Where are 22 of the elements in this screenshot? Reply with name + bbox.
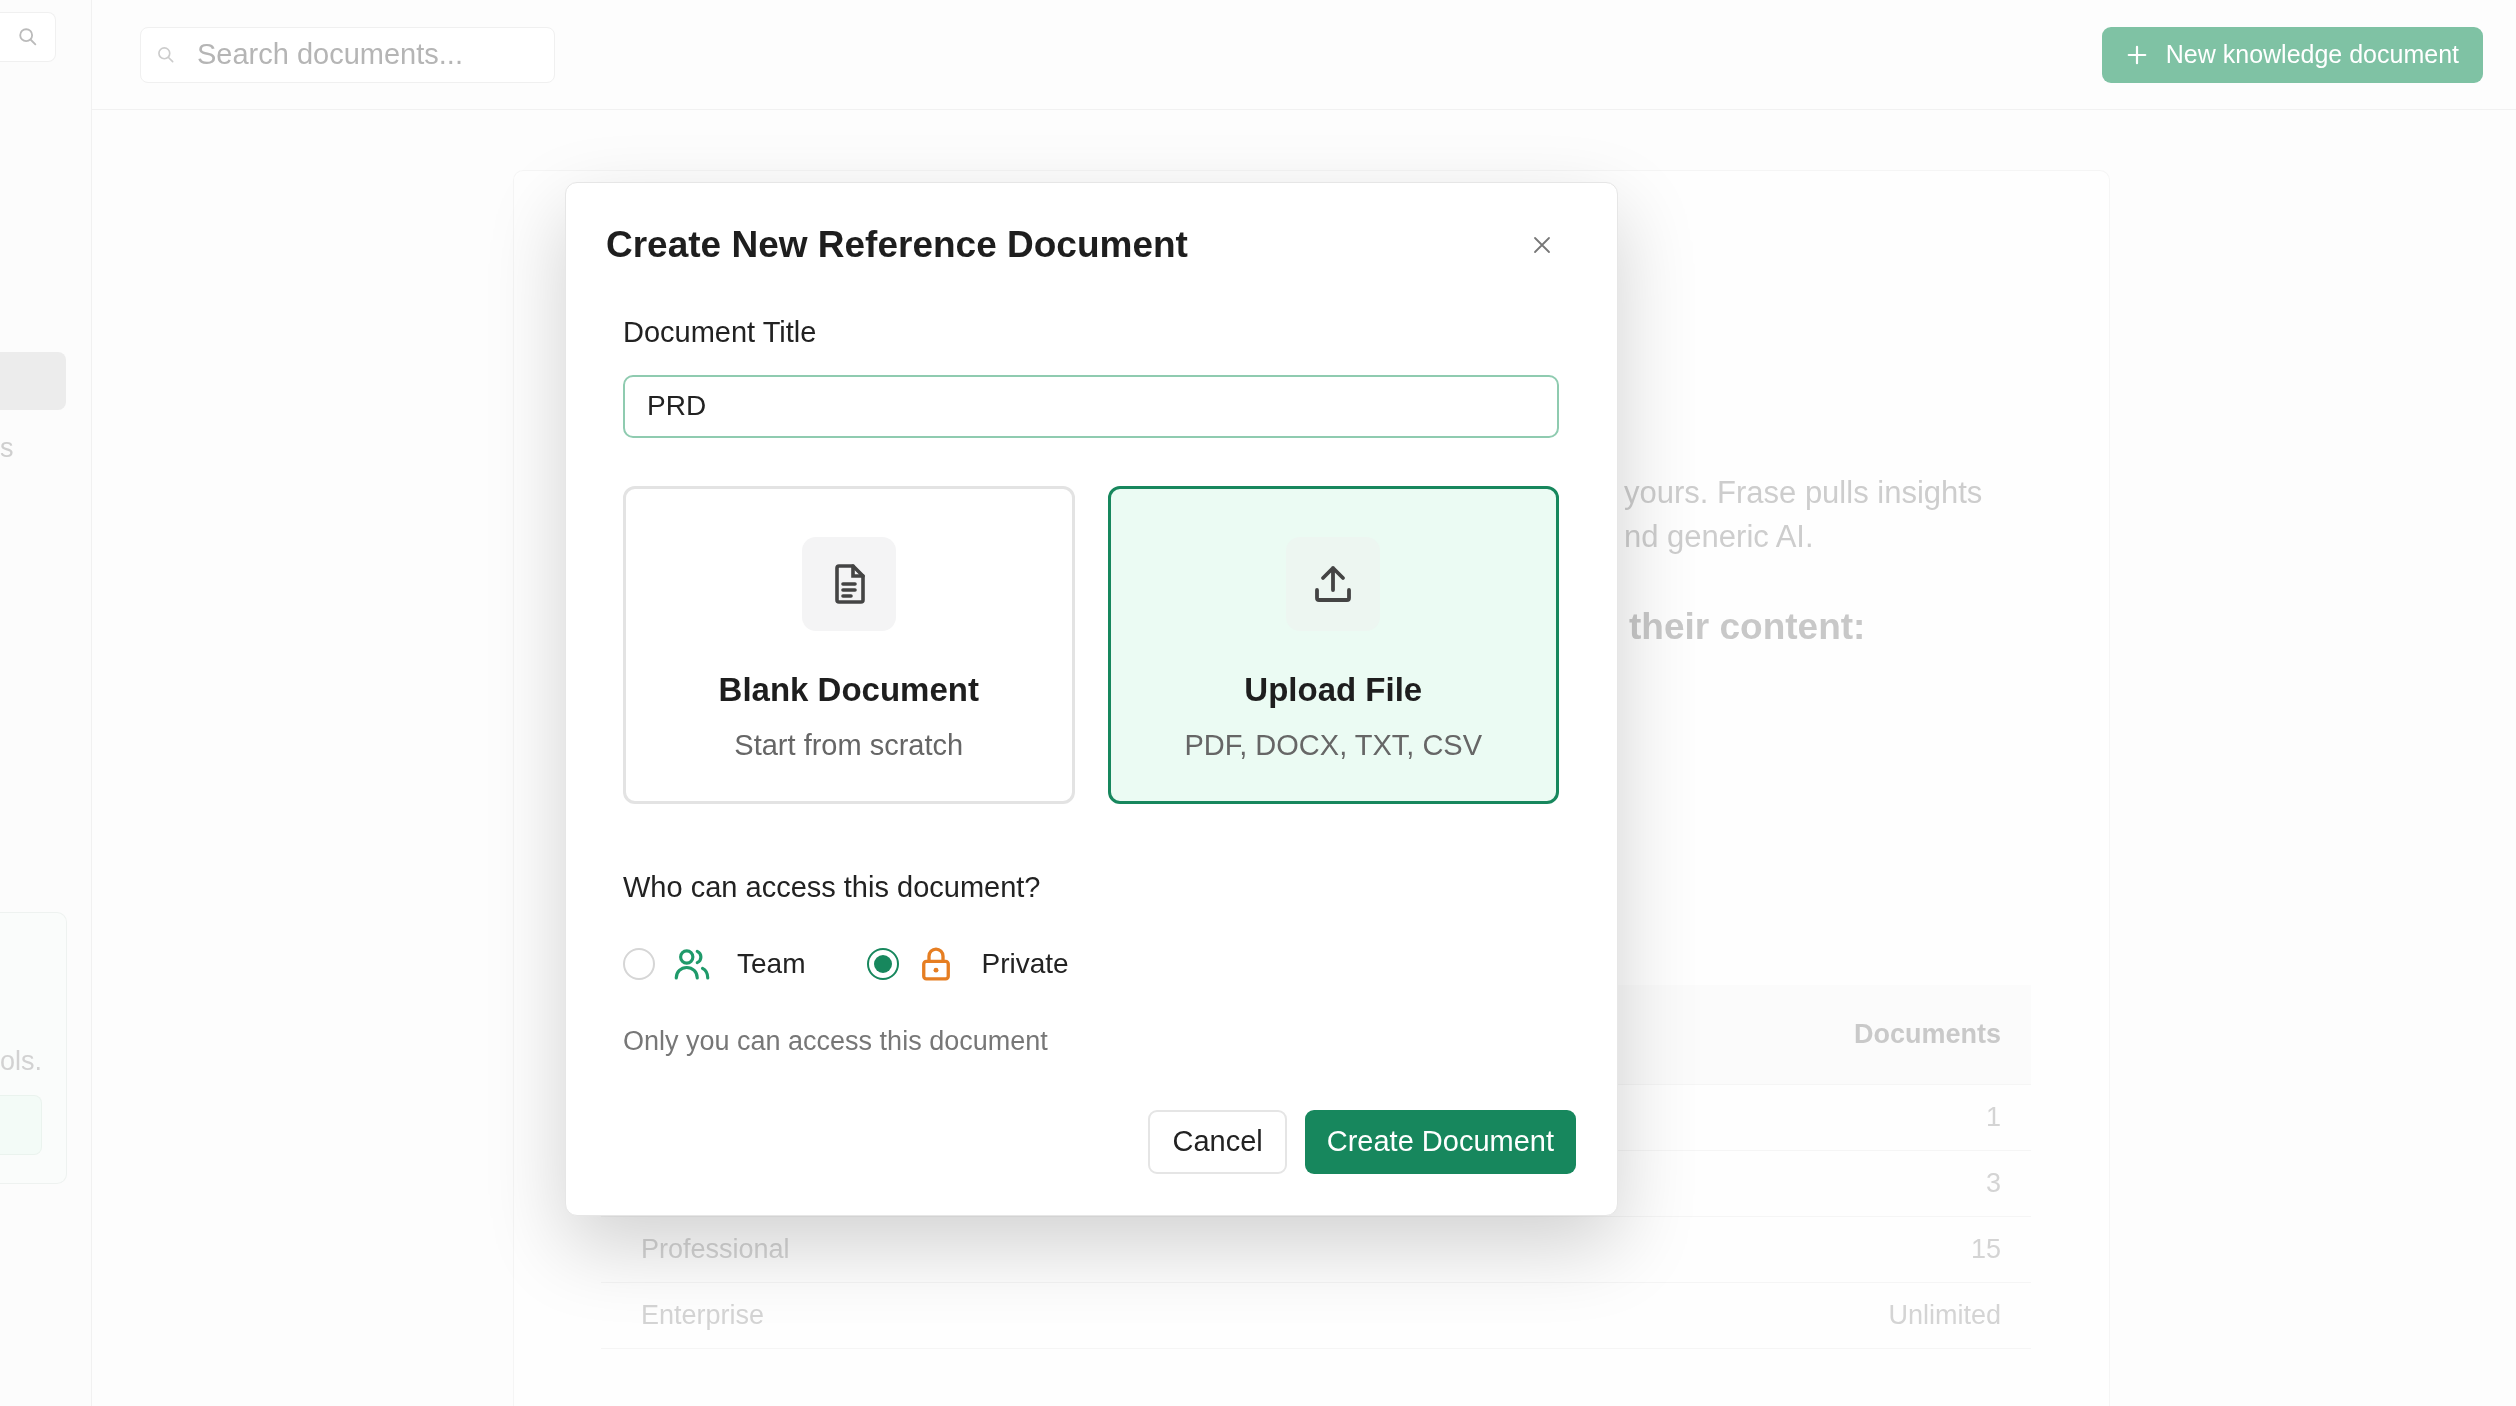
search-icon [16,26,39,48]
search-icon [156,44,176,65]
close-icon [1532,235,1552,256]
search-button[interactable] [0,12,56,62]
option-card[interactable]: Blank Document Start from scratch [623,485,1075,804]
option-title: Upload File [1244,669,1423,710]
access-question: Who can access this document? [623,869,1042,905]
radio-button[interactable] [867,948,900,981]
plus-icon [2125,43,2148,66]
title-input[interactable]: PRD [623,374,1559,438]
cancel-button[interactable]: Cancel [1148,1110,1287,1174]
option-subtitle: Start from scratch [734,728,964,764]
option-subtitle: PDF, DOCX, TXT, CSV [1184,728,1483,764]
field-label: Document Title [623,315,818,351]
option-card[interactable]: Upload File PDF, DOCX, TXT, CSV [1107,485,1559,804]
option-title: Blank Document [718,669,979,710]
access-option[interactable]: Team [623,943,806,986]
access-note: Only you can access this document [623,1025,1049,1059]
dialog-title: Create New Reference Document [606,223,1188,267]
access-option[interactable]: Private [867,943,1069,986]
create-button[interactable]: Create Document [1304,1110,1576,1174]
search-field[interactable]: Search documents... [140,26,555,83]
